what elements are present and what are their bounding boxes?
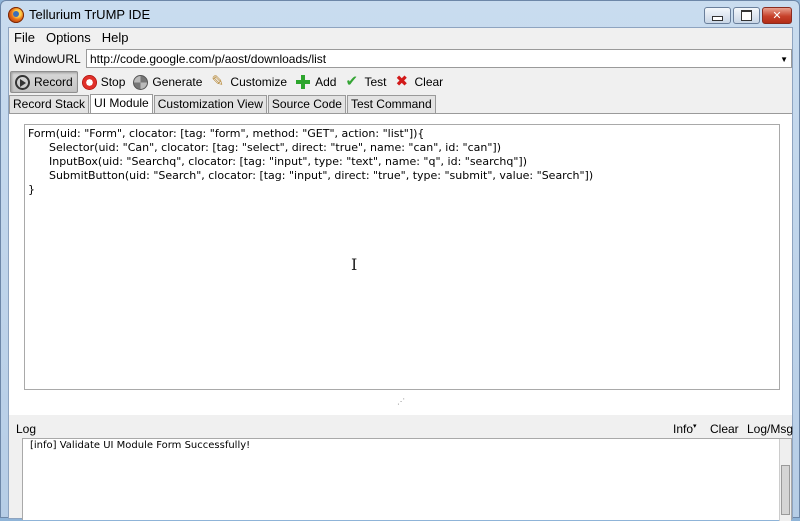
window-title: Tellurium TrUMP IDE (29, 7, 151, 22)
maximize-button[interactable] (733, 7, 760, 24)
menu-help[interactable]: Help (97, 28, 135, 47)
customize-button[interactable]: Customize (206, 71, 291, 93)
tab-source-code[interactable]: Source Code (267, 95, 346, 113)
log-scrollbar[interactable] (779, 439, 791, 521)
log-message: [info] Validate UI Module Form Successfu… (30, 440, 251, 451)
log-header: Log Info▾ Clear Log/Msg (9, 417, 793, 439)
close-button[interactable] (762, 7, 792, 24)
ui-module-editor[interactable]: Form(uid: "Form", clocator: [tag: "form"… (24, 124, 780, 390)
log-panel: [info] Validate UI Module Form Successfu… (22, 438, 792, 521)
url-value: http://code.google.com/p/aost/downloads/… (90, 52, 327, 66)
test-label: Test (364, 75, 387, 89)
log-title: Log (16, 422, 37, 436)
menu-bar: File Options Help (9, 28, 792, 47)
plus-icon (295, 74, 311, 90)
pencil-icon (210, 72, 226, 90)
log-clear-button[interactable]: Clear (710, 422, 739, 436)
scrollbar-thumb[interactable] (781, 465, 790, 515)
record-label: Record (34, 75, 73, 89)
menu-options[interactable]: Options (41, 28, 97, 47)
test-button[interactable]: Test (340, 71, 390, 93)
resize-grip-icon[interactable]: ⋰ (397, 397, 405, 406)
record-button[interactable]: Record (10, 71, 78, 93)
chevron-down-icon[interactable]: ▼ (780, 55, 788, 64)
add-button[interactable]: Add (291, 71, 340, 93)
log-level-dropdown[interactable]: Info▾ (673, 422, 697, 436)
url-bar: WindowURL http://code.google.com/p/aost/… (9, 48, 792, 70)
menu-file[interactable]: File (9, 28, 41, 47)
checkmark-icon (344, 72, 360, 90)
url-input[interactable]: http://code.google.com/p/aost/downloads/… (86, 49, 792, 68)
tab-record-stack[interactable]: Record Stack (9, 95, 90, 113)
close-icon (394, 72, 410, 90)
chevron-down-icon: ▾ (693, 423, 697, 430)
tab-ui-module[interactable]: UI Module (90, 94, 153, 113)
clear-button[interactable]: Clear (390, 71, 447, 93)
tab-customization-view[interactable]: Customization View (153, 95, 267, 113)
generate-button[interactable]: Generate (129, 71, 206, 93)
stop-button[interactable]: Stop (78, 71, 130, 93)
text-cursor-icon: I (351, 255, 358, 274)
generate-label: Generate (152, 75, 203, 89)
log-msg-toggle[interactable]: Log/Msg (747, 422, 793, 436)
add-label: Add (315, 75, 337, 89)
tab-bar: Record Stack UI Module Customization Vie… (9, 94, 792, 113)
client-area: File Options Help WindowURL http://code.… (8, 27, 793, 521)
log-level-label: Info (673, 422, 694, 436)
stop-label: Stop (100, 75, 126, 89)
toolbar: Record Stop Generate Customize Add Test (9, 70, 792, 94)
url-label: WindowURL (14, 52, 81, 66)
clear-label: Clear (414, 75, 444, 89)
gear-icon (133, 74, 149, 90)
stop-icon (81, 74, 97, 90)
customize-label: Customize (230, 75, 288, 89)
title-bar: Tellurium TrUMP IDE (1, 1, 799, 27)
ui-module-panel: Form(uid: "Form", clocator: [tag: "form"… (9, 113, 792, 415)
app-window: Tellurium TrUMP IDE File Options Help Wi… (0, 0, 800, 521)
tab-test-command[interactable]: Test Command (346, 95, 436, 113)
record-icon (15, 74, 30, 90)
firefox-icon (8, 7, 24, 23)
minimize-button[interactable] (704, 7, 731, 24)
